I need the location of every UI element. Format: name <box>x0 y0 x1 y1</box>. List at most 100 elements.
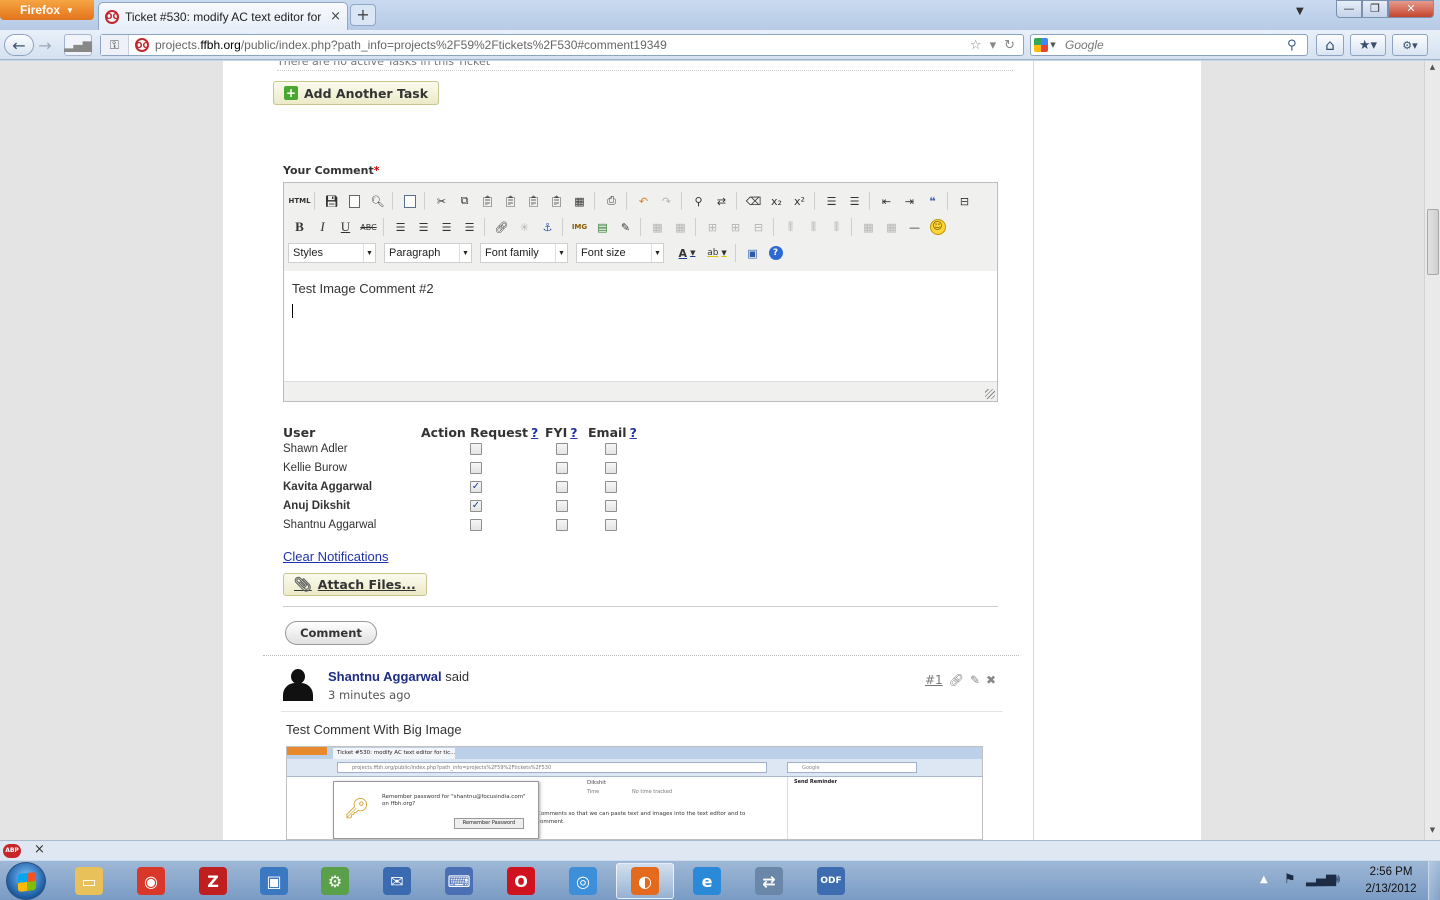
email-checkbox[interactable] <box>605 462 617 474</box>
scrollbar-thumb[interactable] <box>1427 209 1439 275</box>
search-bar[interactable]: ▼ Google ⚲ <box>1030 34 1308 56</box>
action-request-checkbox[interactable]: ✓ <box>470 500 482 512</box>
tab-list-chevron-icon[interactable]: ▼ <box>1296 6 1304 17</box>
reload-icon[interactable]: ↻ <box>1004 38 1015 53</box>
search-engine-selector[interactable]: ▼ <box>1031 38 1059 52</box>
copy-icon[interactable]: ⧉ <box>453 191 476 211</box>
insert-media-icon[interactable]: ▤ <box>591 217 614 237</box>
print-icon[interactable]: ⎙ <box>600 191 623 211</box>
taskbar-app-network-connect[interactable]: ⇄ <box>740 863 798 899</box>
bold-button[interactable]: B <box>288 217 311 237</box>
volume-icon[interactable]: 🔊︎ <box>1332 872 1340 887</box>
clock-date[interactable]: 2/13/2012 <box>1360 883 1422 895</box>
fyi-checkbox[interactable] <box>556 481 568 493</box>
taskbar-app-network-app[interactable]: ⚙ <box>306 863 364 899</box>
bookmarks-button[interactable]: ★▾ <box>1350 34 1386 56</box>
close-addon-bar-icon[interactable]: × <box>34 842 45 857</box>
taskbar-app-firefox[interactable]: ◐ <box>616 863 674 899</box>
align-center-icon[interactable]: ☰ <box>412 217 435 237</box>
submit-comment-button[interactable]: Comment <box>285 621 377 645</box>
site-identity-key-icon[interactable]: ⚿ <box>101 35 129 55</box>
help-button[interactable]: ? <box>764 243 787 263</box>
font-family-select[interactable]: Font family ▼ <box>480 243 568 263</box>
minimize-window-button[interactable]: — <box>1336 0 1362 18</box>
taskbar-app-thunderbird[interactable]: ✉ <box>368 863 426 899</box>
tab-ticket-530[interactable]: OC Ticket #530: modify AC text editor fo… <box>98 2 348 30</box>
back-button[interactable]: ← <box>4 34 34 56</box>
replace-icon[interactable]: ⇄ <box>710 191 733 211</box>
html-source-button[interactable]: HTML <box>288 191 311 211</box>
email-checkbox[interactable] <box>605 519 617 531</box>
action-request-help-link[interactable]: ? <box>531 425 538 440</box>
horizontal-rule-icon[interactable]: — <box>903 217 926 237</box>
forward-button[interactable]: → <box>34 34 56 56</box>
preview-icon[interactable]: 🔍︎ <box>366 191 389 211</box>
visual-aid-icon[interactable]: ▣ <box>741 243 764 263</box>
new-tab-button[interactable]: + <box>350 4 376 26</box>
maximize-window-button[interactable]: ❐ <box>1362 0 1388 18</box>
comment-embedded-screenshot[interactable]: Ticket #530: modify AC text editor for t… <box>286 746 983 840</box>
action-center-flag-icon[interactable]: ⚑ <box>1284 872 1296 887</box>
fyi-checkbox[interactable] <box>556 462 568 474</box>
highlight-color-button[interactable]: ab ▼ <box>702 243 732 263</box>
scroll-up-arrow-icon[interactable]: ▲ <box>1425 63 1440 75</box>
paragraph-format-select[interactable]: Paragraph ▼ <box>384 243 472 263</box>
remove-format-icon[interactable]: ⌫ <box>742 191 765 211</box>
close-window-button[interactable]: ✕ <box>1388 0 1434 18</box>
select-all-icon[interactable]: ▦ <box>568 191 591 211</box>
paste-word-icon[interactable]: 📋︎ <box>522 191 545 211</box>
home-button[interactable]: ⌂ <box>1316 34 1344 56</box>
show-hidden-icons-icon[interactable]: ▲ <box>1260 874 1268 885</box>
signal-bars-icon[interactable]: ▂▄▆ <box>64 34 92 56</box>
taskbar-app-internet-explorer[interactable]: e <box>678 863 736 899</box>
action-request-checkbox[interactable] <box>470 519 482 531</box>
comment-permalink[interactable]: #1 <box>925 673 943 687</box>
fyi-checkbox[interactable] <box>556 519 568 531</box>
action-request-checkbox[interactable] <box>470 443 482 455</box>
numbered-list-icon[interactable]: ☰ <box>820 191 843 211</box>
cut-icon[interactable]: ✂ <box>430 191 453 211</box>
page-scrollbar[interactable]: ▲ ▼ <box>1424 61 1440 840</box>
editor-content-area[interactable]: Test Image Comment #2 <box>284 271 997 381</box>
fyi-help-link[interactable]: ? <box>570 425 577 440</box>
taskbar-app-virtualbox[interactable]: ▣ <box>245 863 303 899</box>
addon-toolbar-button[interactable]: ⚙▾ <box>1392 34 1428 56</box>
adblock-plus-icon[interactable]: ABP <box>3 844 21 858</box>
save-icon[interactable]: 💾︎ <box>320 191 343 211</box>
close-tab-icon[interactable]: × <box>330 9 341 24</box>
taskbar-app-chrome[interactable]: ◉ <box>122 863 180 899</box>
search-input[interactable]: Google <box>1059 38 1287 52</box>
fyi-checkbox[interactable] <box>556 500 568 512</box>
paste-text-icon[interactable]: 📋︎ <box>499 191 522 211</box>
show-desktop-button[interactable] <box>1428 861 1440 900</box>
taskbar-app-odf-document[interactable]: ODF <box>802 863 860 899</box>
link-icon[interactable]: 🔗︎ <box>949 673 964 687</box>
blockquote-icon[interactable]: ❝ <box>921 191 944 211</box>
paste-plain-icon[interactable]: 📋︎ <box>545 191 568 211</box>
edit-icon[interactable]: ✎ <box>614 217 637 237</box>
bookmark-star-icon[interactable]: ☆ <box>970 38 982 53</box>
superscript-icon[interactable]: x² <box>788 191 811 211</box>
comment-author-link[interactable]: Shantnu Aggarwal <box>328 669 442 684</box>
find-icon[interactable]: ⚲ <box>687 191 710 211</box>
firefox-menu-button[interactable]: Firefox ▼ <box>0 0 94 20</box>
strikethrough-button[interactable]: ABC <box>357 217 380 237</box>
url-bar[interactable]: ⚿ OC projects.ffbh.org/public/index.php?… <box>100 34 1024 56</box>
link-icon[interactable]: 🔗︎ <box>490 217 513 237</box>
search-icon[interactable]: ⚲ <box>1287 38 1307 53</box>
font-color-button[interactable]: A ▼ <box>672 243 702 263</box>
page-break-icon[interactable]: ⊟ <box>953 191 976 211</box>
email-checkbox[interactable] <box>605 481 617 493</box>
align-right-icon[interactable]: ☰ <box>435 217 458 237</box>
scroll-down-arrow-icon[interactable]: ▼ <box>1425 826 1440 838</box>
taskbar-app-explorer[interactable]: ▭ <box>60 863 118 899</box>
indent-icon[interactable]: ⇥ <box>898 191 921 211</box>
bullet-list-icon[interactable]: ☰ <box>843 191 866 211</box>
new-document-icon[interactable] <box>343 191 366 211</box>
email-checkbox[interactable] <box>605 443 617 455</box>
email-help-link[interactable]: ? <box>630 425 637 440</box>
taskbar-app-safari[interactable]: ◎ <box>554 863 612 899</box>
resize-grip-icon[interactable] <box>985 389 995 399</box>
action-request-checkbox[interactable] <box>470 462 482 474</box>
align-justify-icon[interactable]: ☰ <box>458 217 481 237</box>
